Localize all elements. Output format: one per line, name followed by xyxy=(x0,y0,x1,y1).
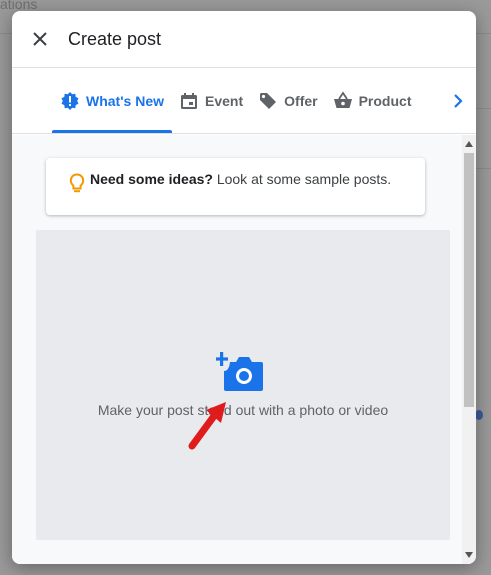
alert-badge-icon xyxy=(61,91,79,110)
lightbulb-icon xyxy=(69,173,85,193)
ideas-card[interactable]: Need some ideas? Look at some sample pos… xyxy=(46,158,425,215)
ideas-bold-text: Need some ideas? xyxy=(90,171,213,187)
tag-icon xyxy=(260,92,277,109)
tab-whats-new[interactable]: What's New xyxy=(51,68,173,133)
scroll-up-arrow-icon xyxy=(465,141,473,147)
post-content-area: Need some ideas? Look at some sample pos… xyxy=(12,135,462,564)
post-type-tabs: What's New Event Offer Product xyxy=(12,68,476,134)
tab-label: Event xyxy=(205,92,244,109)
scroll-up-button[interactable] xyxy=(462,137,476,151)
add-photo-camera-icon xyxy=(216,352,263,391)
tab-product[interactable]: Product xyxy=(333,68,412,133)
tab-label: Offer xyxy=(284,92,318,109)
tab-label: What's New xyxy=(86,92,165,109)
red-arrow-pointer-icon xyxy=(188,402,226,450)
scroll-down-arrow-icon xyxy=(465,552,473,558)
tab-offer[interactable]: Offer xyxy=(258,68,318,133)
tab-label: Product xyxy=(358,92,412,109)
background-dot xyxy=(475,410,483,420)
vertical-scrollbar[interactable] xyxy=(462,135,476,564)
scrollbar-thumb[interactable] xyxy=(464,153,474,407)
close-button[interactable] xyxy=(30,29,50,49)
dialog-header: Create post xyxy=(12,11,476,68)
scroll-down-button[interactable] xyxy=(462,548,476,562)
tabs-next-button[interactable] xyxy=(448,68,468,133)
ideas-text: Need some ideas? Look at some sample pos… xyxy=(90,169,391,215)
photo-upload-area[interactable]: Make your post stand out with a photo or… xyxy=(36,230,450,540)
create-post-dialog: Create post What's New Event Offer Produ… xyxy=(12,11,476,564)
calendar-icon xyxy=(181,92,198,109)
ideas-link-text[interactable]: Look at some sample posts. xyxy=(213,171,391,187)
tab-event[interactable]: Event xyxy=(179,68,243,133)
shopping-basket-icon xyxy=(333,90,352,108)
chevron-right-icon xyxy=(454,93,463,108)
close-icon xyxy=(33,32,47,46)
upload-prompt-text: Make your post stand out with a photo or… xyxy=(97,402,389,418)
dialog-title: Create post xyxy=(68,28,162,49)
